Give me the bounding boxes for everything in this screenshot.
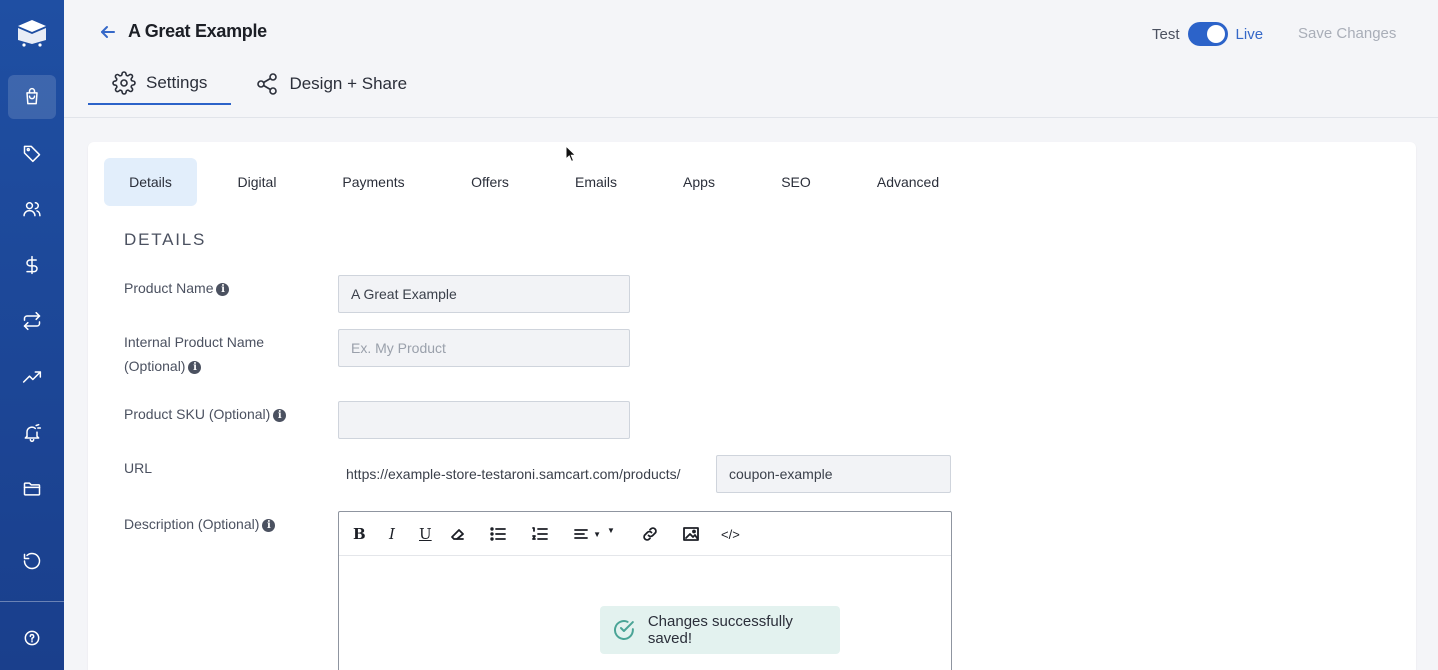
tab-settings-label: Settings xyxy=(146,72,208,92)
product-name-input[interactable]: A Great Example xyxy=(338,275,630,313)
bullet-list-icon[interactable] xyxy=(489,524,507,544)
page-title: A Great Example xyxy=(128,21,267,41)
tab-design-share[interactable]: Design + Share xyxy=(231,62,431,105)
cart-icon xyxy=(26,87,38,105)
toggle-knob xyxy=(1206,25,1225,43)
top-tabs: Settings Design + Share xyxy=(88,62,431,105)
info-icon[interactable]: i xyxy=(262,519,276,532)
users-icon xyxy=(23,202,41,217)
subtab-offers[interactable]: Offers xyxy=(430,158,550,206)
sidebar-item-marketing[interactable] xyxy=(8,411,56,455)
chevron-down-icon: ▼ xyxy=(593,529,601,539)
internal-name-input[interactable]: Ex. My Product xyxy=(338,329,630,367)
sidebar-item-reports[interactable] xyxy=(8,355,56,399)
repeat-icon xyxy=(23,311,41,331)
sidebar-divider xyxy=(0,601,64,602)
sku-input[interactable] xyxy=(338,401,630,439)
info-icon[interactable]: i xyxy=(188,361,202,374)
eraser-icon[interactable] xyxy=(449,524,467,544)
arrow-left-icon xyxy=(101,26,115,38)
app-root: A Great Example Test Live Save Changes S… xyxy=(0,0,1438,670)
sidebar-item-history[interactable] xyxy=(8,539,56,583)
page-header: A Great Example Test Live Save Changes S… xyxy=(64,0,1438,118)
url-slug-input[interactable]: coupon-example xyxy=(716,455,951,493)
subtab-emails[interactable]: Emails xyxy=(550,158,642,206)
info-icon[interactable]: i xyxy=(216,283,230,296)
product-name-label: Product Name i xyxy=(124,276,230,300)
numbered-list-icon[interactable] xyxy=(531,524,549,544)
folder-icon xyxy=(23,482,41,496)
subtab-seo[interactable]: SEO xyxy=(756,158,836,206)
url-label: URL xyxy=(124,460,153,476)
tag-icon xyxy=(23,145,41,163)
sidebar-item-orders[interactable] xyxy=(8,243,56,287)
check-circle-icon xyxy=(614,620,634,640)
image-icon[interactable] xyxy=(682,524,700,544)
mode-switch: Test Live xyxy=(1152,22,1263,46)
back-button[interactable] xyxy=(98,22,118,42)
url-prefix: https://example-store-testaroni.samcart.… xyxy=(346,466,681,482)
section-title: DETAILS xyxy=(124,230,207,249)
sku-label-text: Product SKU (Optional) xyxy=(124,406,271,422)
internal-name-label-line1: Internal Product Name xyxy=(124,334,265,350)
logo-icon[interactable] xyxy=(14,16,50,48)
live-toggle[interactable] xyxy=(1187,22,1228,46)
share-icon xyxy=(257,72,278,95)
history-icon xyxy=(23,552,41,570)
description-label: Description (Optional) i xyxy=(124,512,276,536)
description-label-text: Description (Optional) xyxy=(124,516,260,532)
trending-icon xyxy=(22,371,42,383)
internal-name-label-line2: (Optional) xyxy=(124,358,186,374)
sidebar xyxy=(0,0,64,670)
bold-icon[interactable]: B xyxy=(353,524,366,544)
code-icon[interactable]: </> xyxy=(721,524,740,544)
subtab-digital[interactable]: Digital xyxy=(197,158,317,206)
mode-test-label: Test xyxy=(1152,25,1180,43)
chevron-down-icon: ▼ xyxy=(607,525,615,535)
align-dropdown[interactable]: ▼ ▼ xyxy=(571,524,617,544)
success-toast: Changes successfully saved! xyxy=(600,606,840,654)
link-icon[interactable] xyxy=(641,524,659,544)
underline-icon[interactable]: U xyxy=(419,524,432,544)
toast-message: Changes successfully saved! xyxy=(647,613,793,647)
sku-label: Product SKU (Optional) i xyxy=(124,402,287,426)
dollar-icon xyxy=(26,255,38,275)
align-icon xyxy=(574,529,588,539)
save-changes-button[interactable]: Save Changes xyxy=(1298,25,1396,42)
subtab-details[interactable]: Details xyxy=(104,158,197,206)
tab-settings[interactable]: Settings xyxy=(88,62,232,105)
sidebar-item-subscriptions[interactable] xyxy=(8,299,56,343)
bell-icon xyxy=(24,423,42,443)
sidebar-item-customers[interactable] xyxy=(8,187,56,231)
sidebar-item-products[interactable] xyxy=(8,75,56,119)
mouse-cursor-icon xyxy=(565,145,577,163)
sidebar-item-help[interactable] xyxy=(8,616,56,660)
subtab-advanced[interactable]: Advanced xyxy=(836,158,980,206)
sub-tabs: Details Digital Payments Offers Emails A… xyxy=(104,158,980,206)
subtab-payments[interactable]: Payments xyxy=(317,158,430,206)
gear-icon xyxy=(112,70,136,95)
details-card: Details Digital Payments Offers Emails A… xyxy=(88,142,1416,670)
internal-name-label: Internal Product Name (Optional) i xyxy=(124,330,264,378)
sidebar-item-coupons[interactable] xyxy=(8,131,56,175)
italic-icon[interactable]: I xyxy=(389,524,395,544)
tab-design-share-label: Design + Share xyxy=(289,73,408,93)
editor-toolbar: B I U ▼ ▼ </> xyxy=(339,512,951,556)
subtab-apps[interactable]: Apps xyxy=(642,158,756,206)
product-name-label-text: Product Name xyxy=(124,280,214,296)
sidebar-item-files[interactable] xyxy=(8,467,56,511)
help-icon xyxy=(24,630,40,646)
mode-live-label: Live xyxy=(1235,25,1264,43)
info-icon[interactable]: i xyxy=(273,409,287,422)
